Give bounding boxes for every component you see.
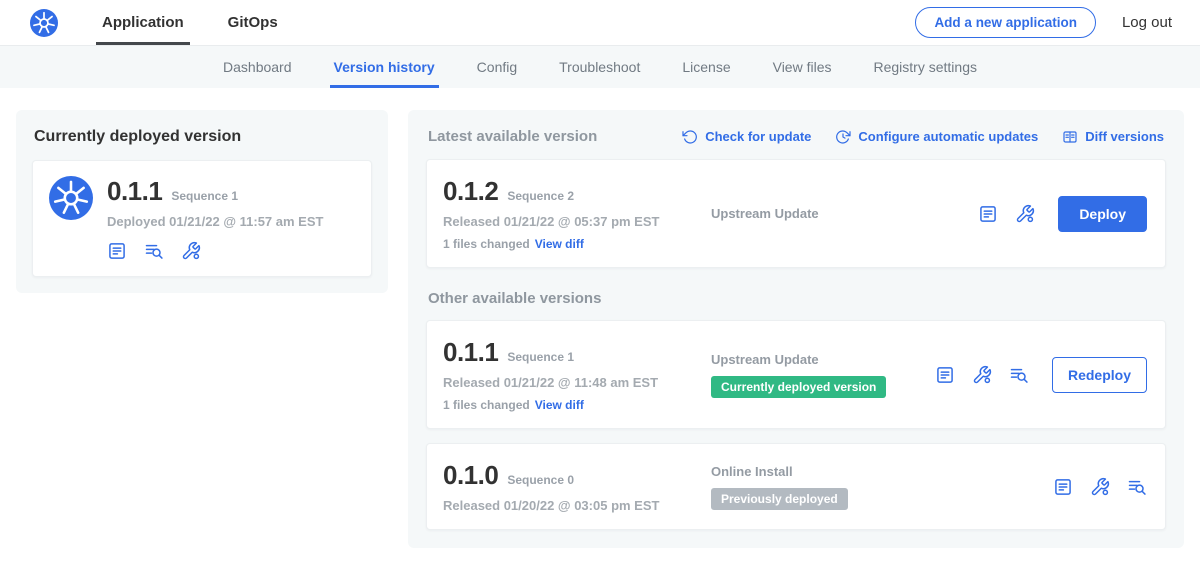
version-history-panel: Latest available version Check for updat…: [408, 110, 1184, 548]
source-label: Upstream Update: [711, 206, 978, 221]
deployed-actions: [107, 241, 355, 261]
kubernetes-logo-icon: [30, 9, 58, 37]
versions-panel-header: Latest available version Check for updat…: [428, 128, 1164, 145]
sequence-label: Sequence 1: [507, 350, 574, 364]
logout-button[interactable]: Log out: [1122, 14, 1172, 31]
top-nav: Application GitOps: [80, 0, 300, 45]
release-notes-icon[interactable]: [935, 365, 955, 385]
view-files-icon[interactable]: [144, 241, 164, 261]
version-source: Upstream Update: [695, 206, 978, 221]
version-actions: Redeploy: [935, 357, 1147, 393]
source-label: Online Install: [711, 464, 1053, 479]
subnav-item-registry-settings[interactable]: Registry settings: [870, 46, 981, 88]
source-label: Upstream Update: [711, 352, 935, 367]
release-notes-icon[interactable]: [978, 204, 998, 224]
version-info: 0.1.2 Sequence 2 Released 01/21/22 @ 05:…: [443, 176, 695, 251]
deployed-panel-title: Currently deployed version: [34, 128, 372, 146]
diff-versions-label: Diff versions: [1085, 129, 1164, 144]
tab-gitops-label: GitOps: [228, 14, 278, 31]
check-for-update-label: Check for update: [705, 129, 811, 144]
config-icon[interactable]: [972, 365, 992, 385]
config-icon[interactable]: [1090, 477, 1110, 497]
config-icon[interactable]: [1015, 204, 1035, 224]
view-files-icon[interactable]: [1009, 365, 1029, 385]
files-changed-label: 1 files changed: [443, 237, 530, 251]
application-icon: [49, 176, 93, 220]
subnav-item-dashboard[interactable]: Dashboard: [219, 46, 296, 88]
version-card-0-1-0: 0.1.0 Sequence 0 Released 01/20/22 @ 03:…: [426, 443, 1166, 530]
version-source: Online Install Previously deployed: [695, 464, 1053, 510]
deployed-sequence-label: Sequence 1: [171, 189, 238, 203]
deployed-timestamp: Deployed 01/21/22 @ 11:57 am EST: [107, 214, 355, 229]
check-for-update-link[interactable]: Check for update: [682, 129, 811, 145]
subnav-item-version-history[interactable]: Version history: [330, 46, 439, 88]
view-diff-link[interactable]: View diff: [535, 398, 584, 412]
view-diff-link[interactable]: View diff: [535, 237, 584, 251]
sequence-label: Sequence 2: [507, 189, 574, 203]
diff-versions-link[interactable]: Diff versions: [1062, 129, 1164, 145]
version-actions: [1053, 477, 1147, 497]
redeploy-button[interactable]: Redeploy: [1052, 357, 1147, 393]
release-notes-icon[interactable]: [107, 241, 127, 261]
tab-application-label: Application: [102, 14, 184, 31]
deployed-version-card: 0.1.1 Sequence 1 Deployed 01/21/22 @ 11:…: [32, 160, 372, 277]
files-changed-line: 1 files changed View diff: [443, 398, 695, 412]
deployed-version-info: 0.1.1 Sequence 1 Deployed 01/21/22 @ 11:…: [107, 176, 355, 261]
latest-version-title: Latest available version: [428, 128, 597, 145]
refresh-icon: [682, 129, 698, 145]
version-actions: Deploy: [978, 196, 1147, 232]
version-number: 0.1.0: [443, 460, 498, 491]
auto-update-clock-icon: [835, 129, 851, 145]
view-files-icon[interactable]: [1127, 477, 1147, 497]
files-changed-label: 1 files changed: [443, 398, 530, 412]
version-info: 0.1.0 Sequence 0 Released 01/20/22 @ 03:…: [443, 460, 695, 513]
main-content: Currently deployed version 0.1.1: [0, 88, 1200, 548]
sequence-label: Sequence 0: [507, 473, 574, 487]
subnav-item-license[interactable]: License: [678, 46, 734, 88]
currently-deployed-panel: Currently deployed version 0.1.1: [16, 110, 388, 293]
top-header: Application GitOps Add a new application…: [0, 0, 1200, 46]
previously-deployed-badge: Previously deployed: [711, 488, 848, 510]
released-timestamp: Released 01/21/22 @ 11:48 am EST: [443, 375, 695, 390]
version-card-0-1-1: 0.1.1 Sequence 1 Released 01/21/22 @ 11:…: [426, 320, 1166, 429]
add-application-button[interactable]: Add a new application: [915, 7, 1096, 38]
files-changed-line: 1 files changed View diff: [443, 237, 695, 251]
version-info: 0.1.1 Sequence 1 Released 01/21/22 @ 11:…: [443, 337, 695, 412]
release-notes-icon[interactable]: [1053, 477, 1073, 497]
app-subnav: Dashboard Version history Config Trouble…: [0, 46, 1200, 88]
config-icon[interactable]: [181, 241, 201, 261]
released-timestamp: Released 01/21/22 @ 05:37 pm EST: [443, 214, 695, 229]
version-number: 0.1.1: [443, 337, 498, 368]
version-number: 0.1.2: [443, 176, 498, 207]
version-source: Upstream Update Currently deployed versi…: [695, 352, 935, 398]
configure-automatic-updates-link[interactable]: Configure automatic updates: [835, 129, 1038, 145]
deployed-version-number: 0.1.1: [107, 176, 162, 207]
tab-application[interactable]: Application: [96, 0, 190, 45]
subnav-item-troubleshoot[interactable]: Troubleshoot: [555, 46, 644, 88]
deploy-button[interactable]: Deploy: [1058, 196, 1147, 232]
versions-panel-actions: Check for update Configure automatic upd…: [682, 129, 1164, 145]
subnav-item-view-files[interactable]: View files: [769, 46, 836, 88]
tab-gitops[interactable]: GitOps: [222, 0, 284, 45]
other-versions-title: Other available versions: [428, 290, 1164, 307]
configure-automatic-updates-label: Configure automatic updates: [858, 129, 1038, 144]
diff-icon: [1062, 129, 1078, 145]
currently-deployed-badge: Currently deployed version: [711, 376, 886, 398]
subnav-item-config[interactable]: Config: [473, 46, 521, 88]
released-timestamp: Released 01/20/22 @ 03:05 pm EST: [443, 498, 695, 513]
version-card-0-1-2: 0.1.2 Sequence 2 Released 01/21/22 @ 05:…: [426, 159, 1166, 268]
